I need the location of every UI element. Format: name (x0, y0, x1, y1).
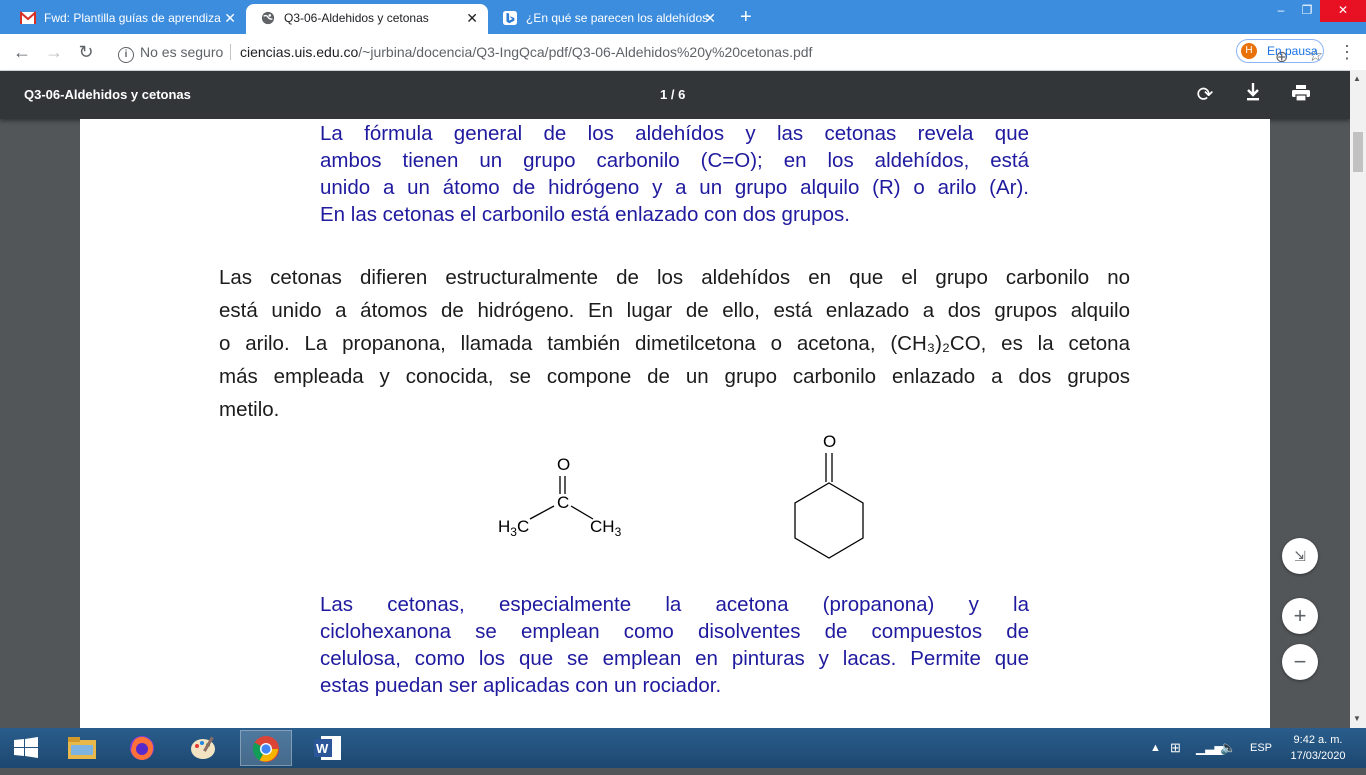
svg-text:CH3: CH3 (590, 517, 622, 539)
kebab-menu-icon[interactable]: ⋮ (1338, 40, 1356, 64)
url-text[interactable]: ciencias.uis.edu.co/~jurbina/docencia/Q3… (240, 38, 812, 66)
tab-title: Fwd: Plantilla guías de aprendiza (44, 11, 221, 25)
text-line: o arilo. La propanona, llamada también d… (219, 332, 1130, 355)
reload-button[interactable]: ↻ (74, 40, 98, 64)
divider (230, 44, 231, 60)
bing-icon (503, 11, 517, 25)
close-icon[interactable]: ✕ (466, 4, 478, 32)
acetone-h-label: H (498, 517, 510, 536)
text-line: metilo. (219, 398, 280, 421)
acetone-carbon-label: C (557, 493, 569, 512)
gmail-icon (20, 11, 36, 24)
profile-label: En pausa (1267, 44, 1318, 58)
text-line: Las cetonas difieren estructuralmente de… (219, 266, 1130, 289)
show-hidden-icons-icon[interactable]: ▲ (1150, 728, 1161, 768)
paragraph-usos-cetonas: Las cetonas, especialmente la acetona (p… (320, 591, 1029, 699)
tab-pdf[interactable]: Q3-06-Aldehidos y cetonas ✕ (246, 4, 488, 34)
clock[interactable]: 9:42 a. m. 17/03/2020 (1283, 732, 1353, 764)
close-icon[interactable]: ✕ (704, 4, 716, 32)
svg-text:W: W (316, 741, 329, 756)
windows-logo-icon (14, 737, 38, 758)
navigation-bar: ← → ↻ i No es seguro ciencias.uis.edu.co/… (0, 34, 1366, 71)
download-icon[interactable] (1241, 83, 1265, 107)
tab-bing[interactable]: ¿En qué se parecen los aldehídos ✕ (488, 4, 726, 34)
start-button[interactable] (0, 730, 52, 766)
cyclohexanone-structure: O (794, 432, 864, 559)
clock-time: 9:42 a. m. (1293, 734, 1343, 746)
svg-text:H3C: H3C (498, 517, 529, 539)
text-line: ciclohexanona se emplean como disolvente… (320, 620, 1029, 643)
security-label: No es seguro (140, 44, 224, 60)
vertical-scrollbar[interactable]: ▲ ▼ (1350, 70, 1366, 728)
firefox-icon[interactable] (116, 730, 168, 766)
address-bar[interactable]: i No es seguro ciencias.uis.edu.co/~jurbi… (110, 38, 1323, 66)
clock-date: 17/03/2020 (1290, 750, 1346, 762)
scroll-down-arrow-icon[interactable]: ▼ (1353, 714, 1361, 723)
acetone-sub-label: 3 (615, 525, 622, 539)
word-icon[interactable]: W (302, 730, 354, 766)
rotate-icon[interactable]: ⟳ (1193, 83, 1217, 107)
info-icon: i (118, 47, 134, 63)
windows-taskbar: W ▲ ⊞ ▁▃▅ 🔈 ESP 9:42 a. m. 17/03/2020 (0, 728, 1366, 768)
acetone-structure: O C H3C CH3 (498, 455, 622, 539)
scroll-up-arrow-icon[interactable]: ▲ (1353, 74, 1361, 83)
language-indicator[interactable]: ESP (1250, 728, 1272, 768)
acetone-c-label: C (517, 517, 529, 536)
zoom-out-button[interactable]: − (1282, 644, 1318, 680)
scroll-thumb[interactable] (1353, 132, 1363, 172)
new-tab-button[interactable]: + (740, 4, 752, 30)
url-host: ciencias.uis.edu.co (240, 44, 359, 60)
text-line: Las cetonas, especialmente la acetona (p… (320, 593, 1029, 616)
tab-strip: Fwd: Plantilla guías de aprendiza ✕ Q3-0… (0, 0, 1366, 34)
zoom-in-button[interactable]: + (1282, 598, 1318, 634)
close-window-button[interactable]: ✕ (1320, 0, 1366, 22)
url-path: /~jurbina/docencia/Q3-IngQca/pdf/Q3-06-A… (358, 44, 813, 60)
fit-to-page-button[interactable]: ⇲ (1282, 538, 1318, 574)
security-indicator[interactable]: i No es seguro (118, 38, 223, 66)
text-line: En las cetonas el carbonilo está enlazad… (320, 203, 850, 226)
network-icon[interactable]: ⊞ (1170, 728, 1181, 768)
close-icon[interactable]: ✕ (224, 4, 236, 32)
restore-button[interactable]: ❐ (1294, 0, 1320, 22)
text-line: más empleada y conocida, se compone de u… (219, 365, 1130, 388)
chrome-icon[interactable] (240, 730, 292, 766)
molecule-structures: O C H3C CH3 O (498, 432, 864, 559)
paint-icon[interactable] (178, 730, 230, 766)
minimize-button[interactable]: – (1268, 0, 1294, 22)
text-line: La fórmula general de los aldehídos y la… (320, 122, 1029, 145)
tab-gmail[interactable]: Fwd: Plantilla guías de aprendiza ✕ (6, 4, 246, 34)
minus-icon: − (1293, 649, 1307, 674)
text-line: unido a un átomo de hidrógeno y a un gru… (320, 176, 1029, 199)
pdf-page: La fórmula general de los aldehídos y la… (80, 119, 1270, 728)
paragraph-cetonas-estructura: Las cetonas difieren estructuralmente de… (219, 261, 1130, 426)
text-line: estas puedan ser aplicadas con un rociad… (320, 674, 722, 697)
fit-page-icon: ⇲ (1294, 548, 1306, 564)
tab-title: ¿En qué se parecen los aldehídos (526, 11, 709, 25)
acetone-oxygen-label: O (557, 455, 570, 474)
cyclohexanone-oxygen-label: O (823, 432, 836, 451)
avatar: H (1241, 43, 1257, 59)
text-line: ambos tienen un grupo carbonilo (C=O); e… (320, 149, 1029, 172)
text-line: celulosa, como los que se emplean en pin… (320, 647, 1029, 670)
back-button[interactable]: ← (10, 40, 34, 64)
forward-button[interactable]: → (42, 40, 66, 64)
print-icon[interactable] (1289, 83, 1313, 107)
pdf-toolbar: Q3-06-Aldehidos y cetonas 1 / 6 ⟳ (0, 71, 1350, 119)
page-indicator[interactable]: 1 / 6 (660, 71, 685, 119)
pdf-title: Q3-06-Aldehidos y cetonas (24, 87, 191, 102)
paragraph-formula-general: La fórmula general de los aldehídos y la… (320, 120, 1029, 228)
plus-icon: + (1293, 603, 1307, 628)
profile-button[interactable]: H En pausa (1236, 39, 1324, 63)
acetone-ch-label: CH (590, 517, 615, 536)
volume-icon[interactable]: 🔈 (1220, 728, 1236, 768)
file-explorer-icon[interactable] (56, 730, 108, 766)
globe-icon (261, 11, 275, 25)
tab-title: Q3-06-Aldehidos y cetonas (284, 11, 429, 25)
text-line: está unido a átomos de hidrógeno. En lug… (219, 299, 1130, 322)
